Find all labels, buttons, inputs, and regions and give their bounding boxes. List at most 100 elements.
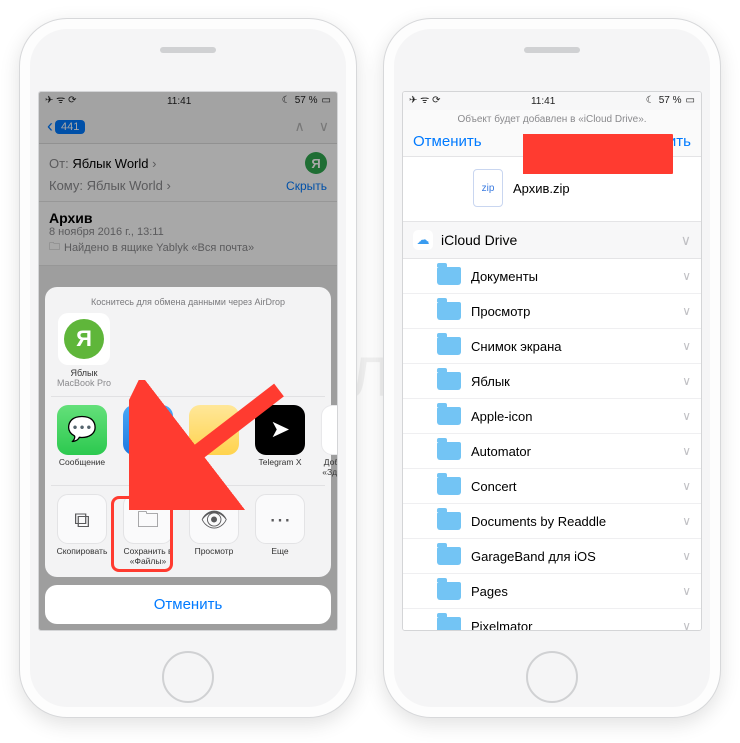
folder-row[interactable]: Pixelmator ∨ (403, 609, 701, 631)
app-label: Telegram X (251, 458, 309, 468)
chevron-down-icon: ∨ (681, 232, 691, 249)
airdrop-device: MacBook Pro (55, 378, 113, 388)
phone-speaker (524, 47, 580, 53)
folder-row[interactable]: Просмотр ∨ (403, 294, 701, 329)
folder-name: Pixelmator (471, 619, 532, 632)
airdrop-avatar: Я (64, 319, 104, 359)
chevron-right-icon: ∨ (682, 409, 691, 423)
folder-name: Pages (471, 584, 508, 599)
cancel-button[interactable]: Отменить (413, 133, 482, 150)
location-icloud-drive[interactable]: ☁ iCloud Drive ∨ (403, 222, 701, 259)
folder-row[interactable]: Concert ∨ (403, 469, 701, 504)
folder-icon (437, 267, 461, 285)
chevron-right-icon: ∨ (682, 619, 691, 631)
app-icon: ➤ (255, 405, 305, 455)
share-sheet: Коснитесь для обмена данными через AirDr… (45, 287, 331, 624)
save-navbar: Отменить Добавить (403, 127, 701, 157)
folder-row[interactable]: Pages ∨ (403, 574, 701, 609)
share-app-2[interactable] (185, 405, 243, 478)
folder-row[interactable]: Документы ∨ (403, 259, 701, 294)
folder-row[interactable]: GarageBand для iOS ∨ (403, 539, 701, 574)
share-action-3[interactable]: ⋯ Еще (251, 494, 309, 567)
action-icon: ⧉ (57, 494, 107, 544)
action-icon: ⋯ (255, 494, 305, 544)
folder-icon (437, 582, 461, 600)
app-icon: ✉ (123, 405, 173, 455)
folder-name: Automator (471, 444, 531, 459)
status-bar: ✈ ᯤ ⟳ 11:41 ☾ 57 % ▭ (403, 92, 701, 110)
airdrop-target[interactable]: Я Яблык MacBook Pro (55, 313, 113, 388)
airdrop-hint: Коснитесь для обмена данными через AirDr… (51, 297, 325, 307)
status-time: 11:41 (531, 96, 555, 107)
folder-row[interactable]: Снимок экрана ∨ (403, 329, 701, 364)
chevron-right-icon: ∨ (682, 269, 691, 283)
app-label: Добавить в «Здоровье» (317, 458, 338, 478)
app-label: Сообщение (53, 458, 111, 468)
app-icon: ♥ (321, 405, 338, 455)
folder-name: Снимок экрана (471, 339, 562, 354)
file-name: Архив.zip (513, 181, 570, 196)
phone-speaker (160, 47, 216, 53)
folder-row[interactable]: Documents by Readdle ∨ (403, 504, 701, 539)
phone-left: ✈ ᯤ ⟳ 11:41 ☾ 57 % ▭ ‹ 441 ∧ ∨ (19, 18, 357, 718)
folder-icon (437, 337, 461, 355)
chevron-right-icon: ∨ (682, 444, 691, 458)
folder-icon (437, 372, 461, 390)
folder-icon (437, 512, 461, 530)
action-label: Сохранить в «Файлы» (119, 547, 177, 567)
airdrop-name: Яблык (55, 368, 113, 378)
folder-name: Concert (471, 479, 517, 494)
add-button[interactable]: Добавить (625, 133, 691, 150)
folder-icon (437, 617, 461, 631)
folder-row[interactable]: Apple-icon ∨ (403, 399, 701, 434)
moon-icon: ☾ (646, 96, 655, 106)
chevron-right-icon: ∨ (682, 514, 691, 528)
app-icon (189, 405, 239, 455)
action-icon: 👁 (189, 494, 239, 544)
folder-icon (437, 547, 461, 565)
cancel-button[interactable]: Отменить (45, 585, 331, 624)
share-app-3[interactable]: ➤ Telegram X (251, 405, 309, 478)
status-left-icons: ✈ ᯤ ⟳ (409, 96, 440, 106)
app-icon: 💬 (57, 405, 107, 455)
action-icon: 🗀 (123, 494, 173, 544)
cloud-icon: ☁ (413, 230, 433, 250)
folder-icon (437, 442, 461, 460)
chevron-right-icon: ∨ (682, 304, 691, 318)
folder-name: Documents by Readdle (471, 514, 606, 529)
folder-name: Apple-icon (471, 409, 532, 424)
action-label: Скопировать (53, 547, 111, 557)
share-app-4[interactable]: ♥ Добавить в «Здоровье» (317, 405, 338, 478)
share-action-1[interactable]: 🗀 Сохранить в «Файлы» (119, 494, 177, 567)
screen-left: ✈ ᯤ ⟳ 11:41 ☾ 57 % ▭ ‹ 441 ∧ ∨ (38, 91, 338, 631)
action-label: Просмотр (185, 547, 243, 557)
file-type-icon: zip (473, 169, 503, 207)
folder-row[interactable]: Automator ∨ (403, 434, 701, 469)
folder-row[interactable]: Яблык ∨ (403, 364, 701, 399)
folder-name: Яблык (471, 374, 510, 389)
folder-name: Документы (471, 269, 538, 284)
chevron-right-icon: ∨ (682, 339, 691, 353)
app-label: Почта (119, 458, 177, 468)
action-label: Еще (251, 547, 309, 557)
folder-icon (437, 477, 461, 495)
folder-icon (437, 302, 461, 320)
file-preview: zip Архив.zip (403, 157, 701, 222)
chevron-right-icon: ∨ (682, 549, 691, 563)
home-button[interactable] (526, 651, 578, 703)
share-action-0[interactable]: ⧉ Скопировать (53, 494, 111, 567)
share-app-0[interactable]: 💬 Сообщение (53, 405, 111, 478)
folder-icon (437, 407, 461, 425)
home-button[interactable] (162, 651, 214, 703)
folder-name: GarageBand для iOS (471, 549, 596, 564)
chevron-right-icon: ∨ (682, 479, 691, 493)
chevron-right-icon: ∨ (682, 584, 691, 598)
share-app-1[interactable]: ✉ Почта (119, 405, 177, 478)
share-action-2[interactable]: 👁 Просмотр (185, 494, 243, 567)
battery-icon: ▭ (686, 96, 695, 106)
battery-text: 57 % (659, 96, 682, 106)
location-label: iCloud Drive (441, 232, 517, 248)
chevron-right-icon: ∨ (682, 374, 691, 388)
save-subtitle: Объект будет добавлен в «iCloud Drive». (403, 110, 701, 127)
folder-name: Просмотр (471, 304, 530, 319)
